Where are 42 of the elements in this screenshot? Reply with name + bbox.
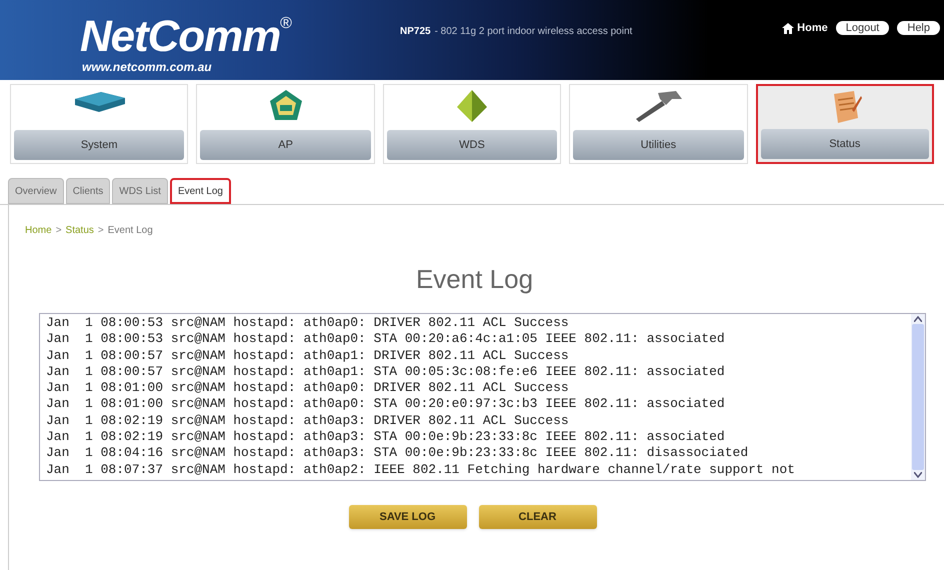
nav-tile[interactable]: WDS (382, 84, 562, 164)
tab[interactable]: Overview (8, 178, 64, 204)
header-button[interactable]: Help (897, 21, 940, 36)
home-link[interactable]: Home (782, 20, 828, 36)
log-line: Jan 1 08:02:19 src@NAM hostapd: ath0ap3: STA 00:0e:9b:23:33:8c IEEE 802.11: associated (46, 429, 725, 446)
home-icon (782, 22, 794, 34)
scroll-down-icon[interactable] (914, 472, 922, 478)
scroll-up-icon[interactable] (914, 316, 922, 322)
breadcrumb-current: Event Log (108, 224, 153, 238)
log-line: Jan 1 08:01:00 src@NAM hostapd: ath0ap0: DRIVER 802.11 ACL Success (46, 380, 569, 396)
model-description: - 802 11g 2 port indoor wireless access point (434, 25, 632, 39)
registered-mark: ® (280, 14, 292, 34)
nav-tile[interactable]: Utilities (569, 84, 748, 164)
log-textarea[interactable] (39, 313, 926, 481)
log-line: Jan 1 08:00:53 src@NAM hostapd: ath0ap0: STA 00:20:a6:4c:a1:05 IEEE 802.11: associated (46, 331, 725, 348)
page-title: Event Log (414, 263, 534, 296)
pyramid-icon (456, 89, 488, 123)
model-name: NP725 (400, 25, 431, 39)
log-line: Jan 1 08:07:37 src@NAM hostapd: ath0ap2: IEEE 802.11 Fetching hardware channel/rate support not (46, 462, 795, 478)
logo-url: www.netcomm.com.au (81, 60, 213, 74)
tab[interactable]: Event Log (170, 178, 231, 204)
home-label: Home (797, 21, 828, 36)
action-button[interactable]: CLEAR (478, 505, 596, 529)
log-line: Jan 1 08:00:57 src@NAM hostapd: ath0ap1: STA 00:05:3c:08:fe:e6 IEEE 802.11: associated (46, 364, 725, 380)
header-button[interactable]: Logout (836, 21, 890, 36)
log-line: Jan 1 08:02:19 src@NAM hostapd: ath0ap3: DRIVER 802.11 ACL Success (46, 412, 569, 430)
nav-tile[interactable]: System (10, 84, 188, 164)
logo-text: NetComm (80, 14, 280, 60)
house-icon (268, 89, 303, 121)
breadcrumb-separator: > (56, 224, 62, 238)
scrollbar[interactable] (911, 314, 925, 480)
breadcrumb-separator: > (98, 224, 104, 238)
tab[interactable]: WDS List (112, 178, 168, 204)
action-button[interactable]: SAVE LOG (348, 505, 466, 529)
log-line: Jan 1 08:00:57 src@NAM hostapd: ath0ap1: DRIVER 802.11 ACL Success (46, 348, 569, 364)
tab[interactable]: Clients (66, 178, 110, 204)
nav-tile[interactable]: AP (196, 84, 375, 164)
log-line: Jan 1 08:01:00 src@NAM hostapd: ath0ap0: STA 00:20:e0:97:3c:b3 IEEE 802.11: associated (46, 396, 725, 413)
log-line: Jan 1 08:04:16 src@NAM hostapd: ath0ap3: STA 00:0e:9b:23:33:8c IEEE 802.11: disassociated (46, 445, 748, 462)
scroll-thumb[interactable] (912, 324, 924, 470)
nav-tile[interactable]: Status (756, 84, 934, 164)
log-line: Jan 1 08:00:53 src@NAM hostapd: ath0ap0: DRIVER 802.11 ACL Success (46, 315, 569, 332)
